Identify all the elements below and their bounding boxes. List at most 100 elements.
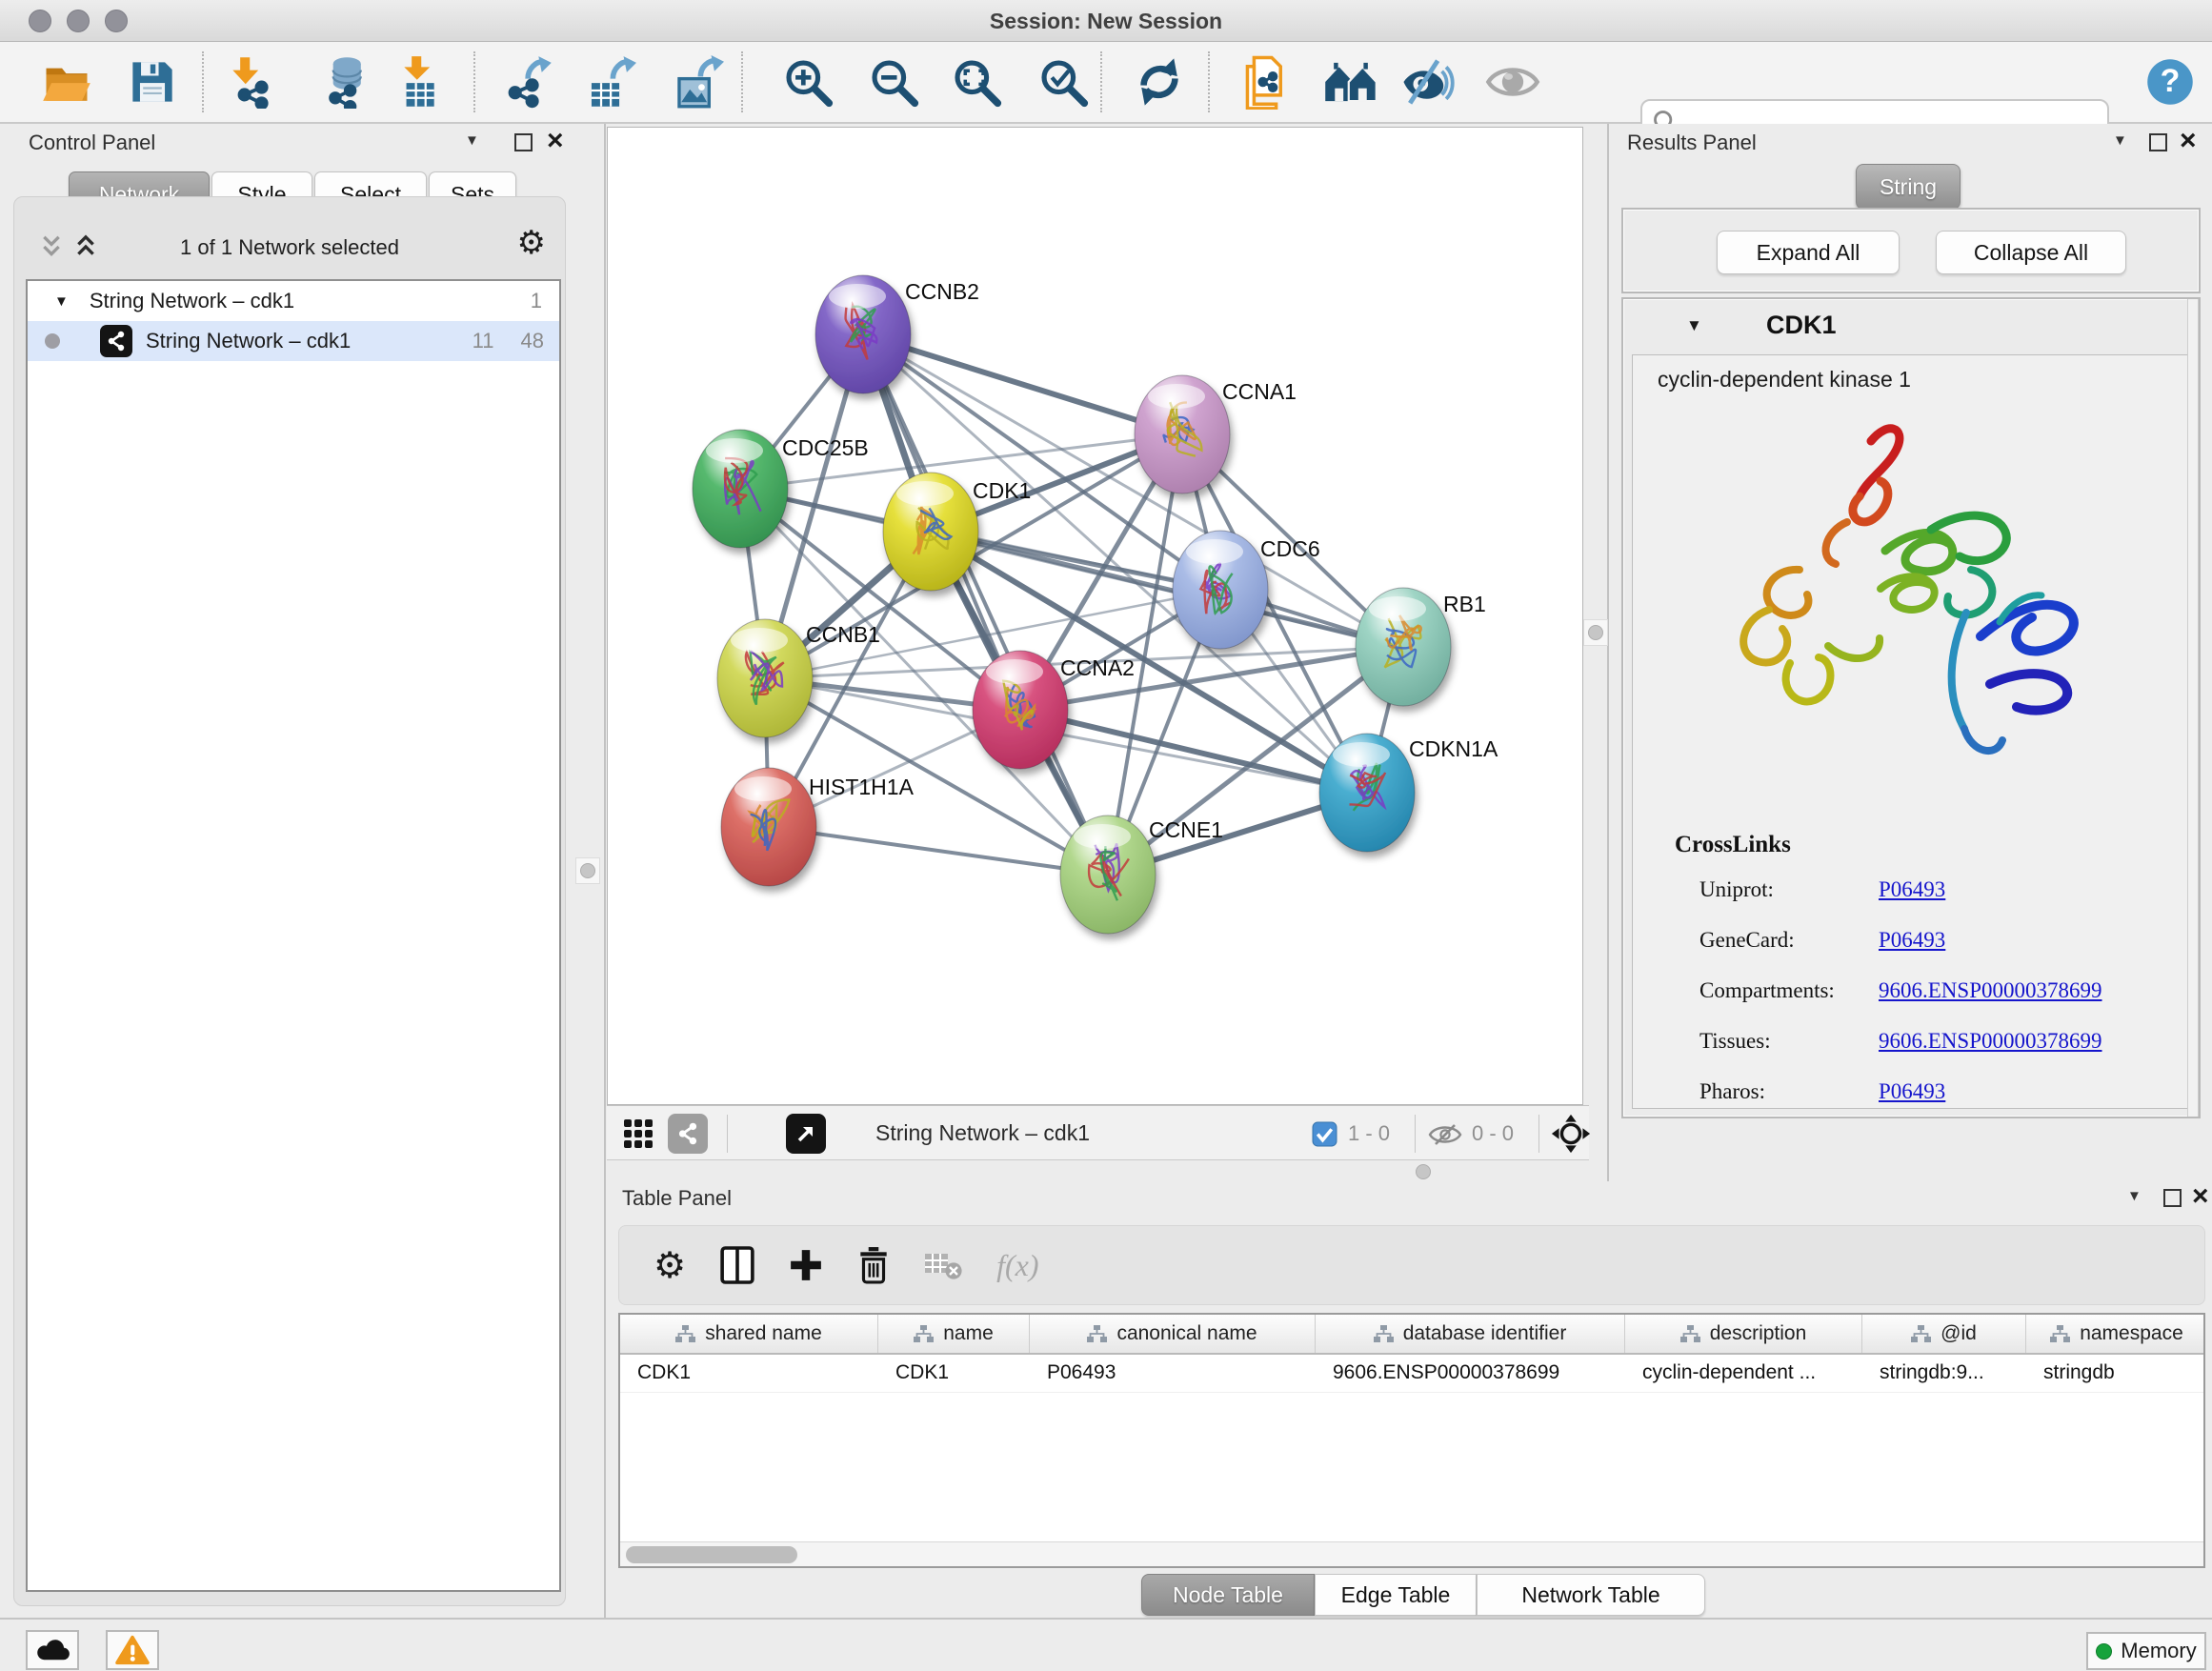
control-panel-close-icon[interactable]: × bbox=[547, 125, 564, 157]
node-label-CCNB2: CCNB2 bbox=[905, 279, 979, 304]
column-header-canonical-name[interactable]: canonical name bbox=[1030, 1315, 1316, 1353]
open-session-button[interactable] bbox=[38, 53, 95, 111]
results-panel: Results Panel ▼ × String Expand All Coll… bbox=[1610, 124, 2212, 1181]
collapse-all-button[interactable]: Collapse All bbox=[1936, 231, 2126, 274]
table-panel-close-icon[interactable]: × bbox=[2192, 1180, 2209, 1213]
export-table-button[interactable] bbox=[581, 53, 638, 111]
right-splitter[interactable] bbox=[1583, 124, 1610, 1105]
control-panel-float-icon[interactable] bbox=[514, 133, 533, 151]
network-canvas[interactable]: CCNB2CCNA1CDC25BCDK1CDC6RB1CCNB1CCNA2CDK… bbox=[607, 127, 1583, 1105]
zoom-in-button[interactable] bbox=[779, 53, 836, 111]
warnings-button[interactable] bbox=[106, 1630, 159, 1670]
memory-button[interactable]: Memory bbox=[2086, 1632, 2206, 1670]
zoom-fit-button[interactable] bbox=[948, 53, 1005, 111]
left-splitter[interactable] bbox=[604, 124, 606, 1618]
entry-name: CDK1 bbox=[1766, 311, 1837, 340]
network-node-CCNA2[interactable]: CCNA2 bbox=[973, 651, 1135, 769]
table-settings-gear-icon[interactable]: ⚙ bbox=[654, 1244, 686, 1286]
import-table-file-button[interactable] bbox=[391, 53, 448, 111]
show-columns-icon[interactable] bbox=[720, 1245, 754, 1285]
crosslink-pharos[interactable]: P06493 bbox=[1879, 1079, 1945, 1104]
column-header-description[interactable]: description bbox=[1625, 1315, 1862, 1353]
network-node-CDKN1A[interactable]: CDKN1A bbox=[1319, 734, 1498, 852]
column-header-id[interactable]: @id bbox=[1862, 1315, 2026, 1353]
column-header-shared-name[interactable]: shared name bbox=[620, 1315, 878, 1353]
control-panel-menu-icon[interactable]: ▼ bbox=[465, 132, 479, 149]
hide-graphics-details-button[interactable] bbox=[1398, 53, 1456, 111]
node-label-CCNA2: CCNA2 bbox=[1060, 655, 1135, 680]
save-icon bbox=[129, 57, 176, 107]
collection-label: String Network – cdk1 bbox=[90, 289, 294, 313]
expand-all-button[interactable]: Expand All bbox=[1717, 231, 1900, 274]
crosslink-compartments[interactable]: 9606.ENSP00000378699 bbox=[1879, 978, 2102, 1003]
column-header-namespace[interactable]: namespace bbox=[2026, 1315, 2207, 1353]
delete-trash-icon[interactable] bbox=[857, 1246, 890, 1284]
results-scrollbar[interactable] bbox=[2187, 299, 2199, 1117]
crosslink-uniprot[interactable]: P06493 bbox=[1879, 877, 1945, 902]
string-home-button[interactable] bbox=[1322, 53, 1379, 111]
column-header-name[interactable]: name bbox=[878, 1315, 1030, 1353]
refresh-button[interactable] bbox=[1131, 53, 1188, 111]
view-title: String Network – cdk1 bbox=[875, 1120, 1090, 1146]
hidden-eye-icon[interactable] bbox=[1428, 1123, 1462, 1151]
import-network-database-button[interactable] bbox=[316, 53, 373, 111]
crosslink-genecard[interactable]: P06493 bbox=[1879, 928, 1945, 953]
node-label-CCNE1: CCNE1 bbox=[1149, 817, 1223, 842]
collection-expand-caret[interactable]: ▼ bbox=[54, 293, 69, 310]
tab-network-table[interactable]: Network Table bbox=[1477, 1574, 1705, 1616]
column-header-database-identifier[interactable]: database identifier bbox=[1316, 1315, 1625, 1353]
table-panel-menu-icon[interactable]: ▼ bbox=[2127, 1188, 2142, 1204]
collection-count: 1 bbox=[531, 289, 542, 313]
network-options-gear-icon[interactable]: ⚙ bbox=[517, 224, 546, 262]
delete-table-icon-disabled bbox=[924, 1250, 962, 1280]
export-network-button[interactable] bbox=[498, 53, 555, 111]
scrollbar-thumb[interactable] bbox=[626, 1546, 797, 1563]
open-view-button[interactable] bbox=[786, 1114, 826, 1154]
network-node-CDC6[interactable]: CDC6 bbox=[1173, 531, 1320, 649]
network-graph[interactable]: CCNB2CCNA1CDC25BCDK1CDC6RB1CCNB1CCNA2CDK… bbox=[608, 128, 1582, 1104]
string-view-button[interactable] bbox=[668, 1114, 708, 1154]
birds-eye-view-button[interactable] bbox=[618, 1114, 658, 1154]
entry-collapse-caret[interactable]: ▼ bbox=[1686, 316, 1702, 335]
zoom-selected-button[interactable] bbox=[1035, 53, 1092, 111]
string-network-icon bbox=[100, 325, 132, 357]
left-splitter-handle[interactable] bbox=[575, 857, 600, 884]
table-row[interactable]: CDK1 CDK1 P06493 9606.ENSP00000378699 cy… bbox=[620, 1355, 2203, 1393]
export-image-button[interactable] bbox=[669, 53, 726, 111]
network-row-selected[interactable]: String Network – cdk1 11 48 bbox=[28, 321, 559, 361]
table-panel-float-icon[interactable] bbox=[2163, 1189, 2182, 1207]
help-button[interactable]: ? bbox=[2142, 53, 2199, 111]
memory-label: Memory bbox=[2121, 1639, 2196, 1663]
add-column-icon[interactable] bbox=[789, 1248, 823, 1282]
import-network-file-button[interactable] bbox=[219, 53, 276, 111]
network-node-CCNB1[interactable]: CCNB1 bbox=[717, 619, 880, 737]
network-node-CDK1[interactable]: CDK1 bbox=[883, 473, 1031, 591]
network-node-RB1[interactable]: RB1 bbox=[1356, 588, 1486, 706]
crosslinks-list: Uniprot: P06493 GeneCard: P06493 Compart… bbox=[1699, 864, 2176, 1117]
crosslink-tissues[interactable]: 9606.ENSP00000378699 bbox=[1879, 1029, 2102, 1054]
tab-edge-table[interactable]: Edge Table bbox=[1315, 1574, 1477, 1616]
right-splitter-handle[interactable] bbox=[1583, 619, 1608, 646]
network-node-HIST1H1A[interactable]: HIST1H1A bbox=[721, 768, 915, 886]
center-view-crosshair-icon[interactable] bbox=[1550, 1113, 1592, 1159]
cloud-status-button[interactable] bbox=[26, 1630, 79, 1670]
results-panel-menu-icon[interactable]: ▼ bbox=[2113, 132, 2127, 149]
hidden-counts: 0 - 0 bbox=[1472, 1121, 1514, 1146]
selected-checkbox-icon[interactable] bbox=[1312, 1121, 1337, 1152]
table-horizontal-scrollbar[interactable] bbox=[620, 1541, 2203, 1566]
horizontal-splitter-handle[interactable] bbox=[1416, 1164, 1431, 1179]
network-node-CCNA1[interactable]: CCNA1 bbox=[1135, 375, 1297, 493]
function-builder-icon: f(x) bbox=[996, 1248, 1038, 1283]
network-node-CCNE1[interactable]: CCNE1 bbox=[1060, 815, 1223, 934]
network-collection-row[interactable]: ▼ String Network – cdk1 1 bbox=[28, 281, 559, 321]
open-documents-button[interactable] bbox=[1237, 53, 1294, 111]
results-panel-close-icon[interactable]: × bbox=[2180, 125, 2197, 157]
network-node-CCNB2[interactable]: CCNB2 bbox=[815, 275, 979, 393]
zoom-out-button[interactable] bbox=[865, 53, 922, 111]
tab-node-table[interactable]: Node Table bbox=[1141, 1574, 1315, 1616]
save-session-button[interactable] bbox=[124, 53, 181, 111]
tab-string[interactable]: String bbox=[1856, 164, 1961, 210]
results-panel-float-icon[interactable] bbox=[2149, 133, 2167, 151]
show-graphics-details-button[interactable] bbox=[1484, 53, 1541, 111]
entry-details: cyclin-dependent kinase 1 bbox=[1632, 354, 2190, 1109]
